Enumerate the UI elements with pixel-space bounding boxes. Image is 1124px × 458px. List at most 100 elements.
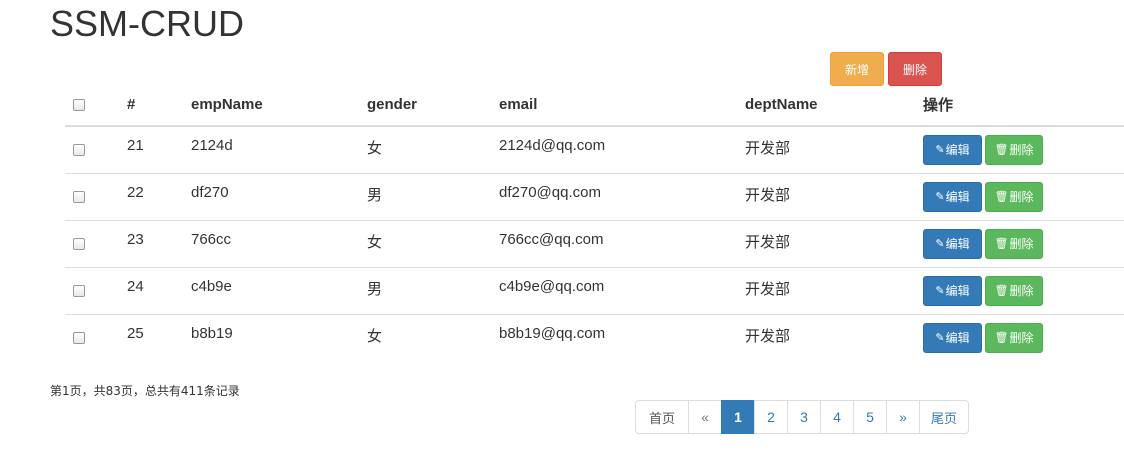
delete-button-label: 删除 <box>1009 190 1034 204</box>
pagination-page-2[interactable]: 2 <box>754 400 788 434</box>
pencil-icon: ✎ <box>935 143 945 157</box>
cell-actions: ✎ 编辑 🗑 删除 <box>923 266 1124 314</box>
cell-gender: 男 <box>367 172 499 220</box>
row-checkbox[interactable] <box>73 191 85 204</box>
edit-button-label: 编辑 <box>945 190 970 204</box>
table-row: 23 766cc 女 766cc@qq.com 开发部 ✎ 编辑 🗑 删除 <box>65 219 1124 267</box>
cell-gender: 女 <box>367 125 499 173</box>
cell-deptname: 开发部 <box>745 172 923 220</box>
column-header-id: # <box>127 84 191 127</box>
pagination: 首页 « 1 2 3 4 5 » 尾页 <box>635 400 969 434</box>
edit-button[interactable]: ✎ 编辑 <box>923 134 982 165</box>
trash-icon: 🗑 <box>994 237 1009 250</box>
delete-button[interactable]: 🗑 删除 <box>985 181 1043 212</box>
delete-button-label: 删除 <box>1009 331 1034 346</box>
cell-empname: 766cc <box>191 219 367 267</box>
delete-button[interactable]: 🗑 删除 <box>985 322 1043 353</box>
table-row: 22 df270 男 df270@qq.com 开发部 ✎ 编辑 🗑 删除 <box>65 172 1124 220</box>
table-row: 24 c4b9e 男 c4b9e@qq.com 开发部 ✎ 编辑 🗑 删除 <box>65 266 1124 314</box>
pagination-prev[interactable]: « <box>688 400 722 434</box>
edit-button[interactable]: ✎ 编辑 <box>923 322 982 353</box>
pencil-icon: ✎ <box>935 237 945 250</box>
edit-button-label: 编辑 <box>945 331 970 346</box>
row-select-cell <box>65 266 127 314</box>
table-header-row: # empName gender email deptName 操作 <box>65 84 1124 127</box>
toolbar: 新增 删除 <box>830 52 942 86</box>
trash-icon: 🗑 <box>994 190 1009 203</box>
add-employee-button[interactable]: 新增 <box>830 52 884 86</box>
pagination-page-3[interactable]: 3 <box>787 400 821 434</box>
row-select-cell <box>65 313 127 361</box>
employee-table: # empName gender email deptName 操作 21 212… <box>65 84 1124 361</box>
row-select-cell <box>65 172 127 220</box>
edit-button-label: 编辑 <box>945 143 970 158</box>
cell-gender: 男 <box>367 266 499 314</box>
delete-button-label: 删除 <box>1009 143 1034 158</box>
page-title: SSM-CRUD <box>50 3 244 44</box>
pagination-first[interactable]: 首页 <box>635 400 689 434</box>
pagination-last[interactable]: 尾页 <box>919 400 969 434</box>
column-header-actions: 操作 <box>923 84 1124 127</box>
cell-id: 25 <box>127 313 191 361</box>
cell-actions: ✎ 编辑 🗑 删除 <box>923 125 1124 173</box>
row-select-cell <box>65 219 127 267</box>
cell-id: 23 <box>127 219 191 267</box>
pencil-icon: ✎ <box>935 190 945 203</box>
cell-gender: 女 <box>367 219 499 267</box>
edit-button[interactable]: ✎ 编辑 <box>923 275 982 306</box>
select-all-header <box>65 84 127 127</box>
select-all-checkbox[interactable] <box>73 99 85 112</box>
pagination-page-5[interactable]: 5 <box>853 400 887 434</box>
cell-actions: ✎ 编辑 🗑 删除 <box>923 219 1124 267</box>
cell-empname: df270 <box>191 172 367 220</box>
delete-button-label: 删除 <box>1009 284 1034 298</box>
table-row: 21 2124d 女 2124d@qq.com 开发部 ✎ 编辑 🗑 删除 <box>65 125 1124 173</box>
pagination-next[interactable]: » <box>886 400 920 434</box>
cell-empname: 2124d <box>191 125 367 173</box>
trash-icon: 🗑 <box>994 143 1009 157</box>
cell-email: b8b19@qq.com <box>499 313 745 361</box>
delete-button[interactable]: 🗑 删除 <box>985 134 1043 165</box>
cell-deptname: 开发部 <box>745 313 923 361</box>
employee-table-container: # empName gender email deptName 操作 21 212… <box>65 84 1124 361</box>
edit-button[interactable]: ✎ 编辑 <box>923 228 982 259</box>
cell-email: c4b9e@qq.com <box>499 266 745 314</box>
pagination-page-1[interactable]: 1 <box>721 400 755 434</box>
cell-actions: ✎ 编辑 🗑 删除 <box>923 172 1124 220</box>
cell-id: 22 <box>127 172 191 220</box>
cell-deptname: 开发部 <box>745 125 923 173</box>
cell-id: 24 <box>127 266 191 314</box>
pagination-info: 第1页，共83页，总共有411条记录 <box>50 384 240 398</box>
cell-id: 21 <box>127 125 191 173</box>
pencil-icon: ✎ <box>935 284 945 297</box>
cell-gender: 女 <box>367 313 499 361</box>
cell-email: df270@qq.com <box>499 172 745 220</box>
edit-button-label: 编辑 <box>945 237 970 251</box>
cell-empname: b8b19 <box>191 313 367 361</box>
row-checkbox[interactable] <box>73 238 85 251</box>
row-checkbox[interactable] <box>73 332 85 345</box>
pagination-page-4[interactable]: 4 <box>820 400 854 434</box>
row-checkbox[interactable] <box>73 144 85 157</box>
table-row: 25 b8b19 女 b8b19@qq.com 开发部 ✎ 编辑 🗑 删除 <box>65 313 1124 361</box>
delete-button-label: 删除 <box>1009 237 1034 251</box>
delete-button[interactable]: 🗑 删除 <box>985 275 1043 306</box>
row-select-cell <box>65 125 127 173</box>
column-header-email: email <box>499 84 745 127</box>
cell-deptname: 开发部 <box>745 266 923 314</box>
trash-icon: 🗑 <box>994 331 1009 345</box>
column-header-empname: empName <box>191 84 367 127</box>
cell-email: 2124d@qq.com <box>499 125 745 173</box>
edit-button[interactable]: ✎ 编辑 <box>923 181 982 212</box>
column-header-gender: gender <box>367 84 499 127</box>
edit-button-label: 编辑 <box>945 284 970 298</box>
trash-icon: 🗑 <box>994 284 1009 297</box>
cell-deptname: 开发部 <box>745 219 923 267</box>
cell-empname: c4b9e <box>191 266 367 314</box>
cell-actions: ✎ 编辑 🗑 删除 <box>923 313 1124 361</box>
employee-table-body: 21 2124d 女 2124d@qq.com 开发部 ✎ 编辑 🗑 删除 22 df270 男 df2… <box>65 125 1124 361</box>
row-checkbox[interactable] <box>73 285 85 298</box>
pencil-icon: ✎ <box>935 331 945 345</box>
delete-button[interactable]: 🗑 删除 <box>985 228 1043 259</box>
bulk-delete-button[interactable]: 删除 <box>888 52 942 86</box>
